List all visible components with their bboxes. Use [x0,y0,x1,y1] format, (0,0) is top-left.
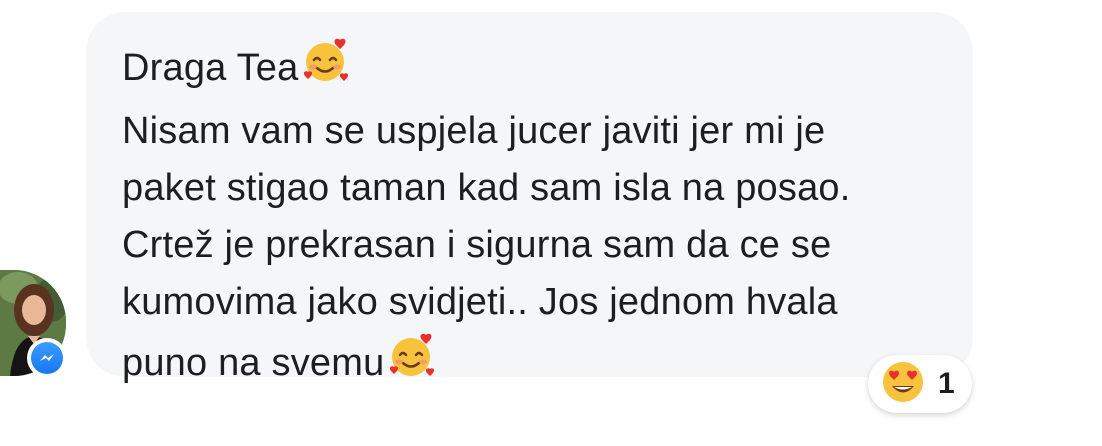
heart-eyes-icon [880,359,926,410]
message-line: Nisam vam se uspjela jucer javiti jer mi… [122,110,826,152]
message-line: puno na svemu [122,331,937,398]
smiling-face-with-hearts-icon [386,331,436,398]
message-line: paket stigao taman kad sam isla na posao… [122,167,851,209]
message-bubble[interactable]: Draga Tea Nisam vam se uspjela jucer jav… [86,12,973,384]
reaction-count: 1 [938,367,955,400]
smiling-face-with-hearts-icon [300,36,350,103]
message-line: Draga Tea [122,36,937,103]
messenger-icon [31,342,63,374]
reaction-pill[interactable]: 1 [868,355,972,413]
message-line: kumovima jako svidjeti.. Jos jednom hval… [122,281,838,323]
message-line: Crtež je prekrasan i sigurna sam da ce s… [122,224,832,266]
messenger-badge [27,338,67,378]
